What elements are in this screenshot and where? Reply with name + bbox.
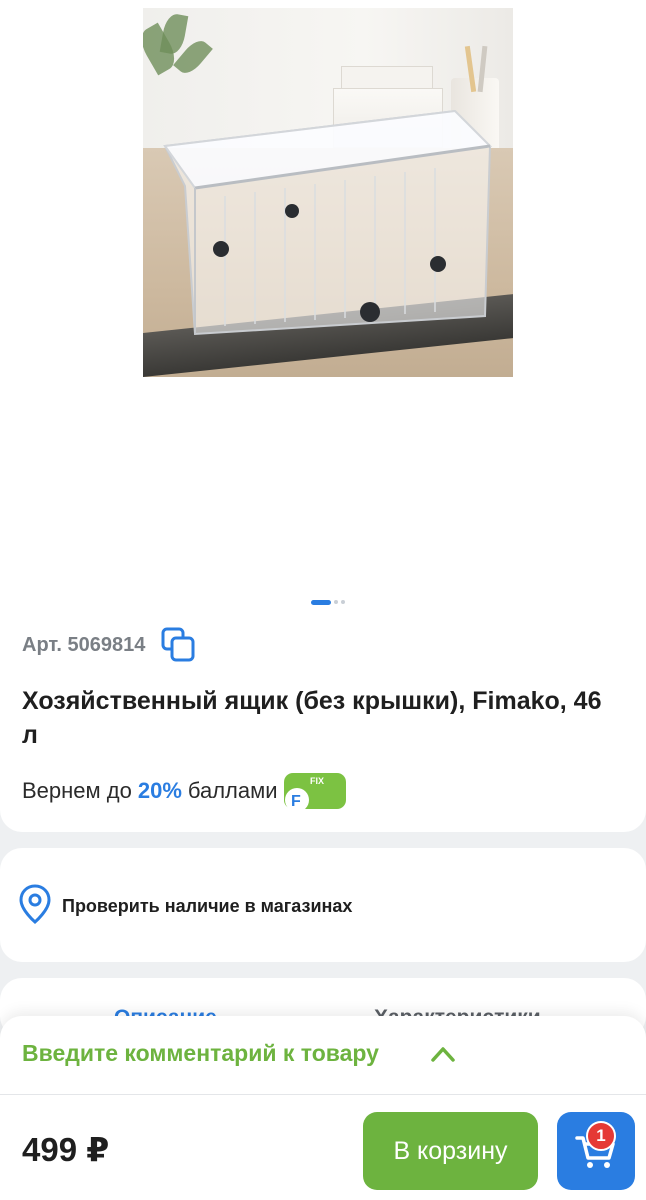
cart-count-badge: 1 <box>586 1121 616 1151</box>
chevron-up-icon[interactable] <box>430 1044 456 1064</box>
bonus-percent: 20% <box>137 778 182 803</box>
bonus-suffix: баллами <box>187 778 278 803</box>
carousel-dot[interactable] <box>341 600 345 604</box>
bonus-info: Вернем до 20% баллами FIX F <box>22 772 346 810</box>
storage-box-illustration <box>163 109 493 336</box>
article-row: Арт. 5069814 <box>22 626 197 664</box>
carousel-dot-active[interactable] <box>311 600 331 605</box>
copy-icon[interactable] <box>159 626 197 664</box>
product-page: Арт. 5069814 Хозяйственный ящик (без кры… <box>0 0 646 1200</box>
product-image[interactable] <box>143 8 513 377</box>
product-card: Арт. 5069814 Хозяйственный ящик (без кры… <box>0 0 646 832</box>
location-pin-icon <box>19 884 51 924</box>
bonus-prefix: Вернем до <box>22 778 132 803</box>
photo-books <box>341 66 433 90</box>
badge-f-letter: F <box>291 793 301 810</box>
add-to-cart-button[interactable]: В корзину <box>363 1112 538 1190</box>
check-stores-link[interactable]: Проверить наличие в магазинах <box>62 896 352 917</box>
comment-toggle[interactable]: Введите комментарий к товару <box>22 1040 379 1067</box>
article-number: Арт. 5069814 <box>22 633 146 656</box>
product-price: 499 ₽ <box>22 1131 110 1168</box>
carousel-dot[interactable] <box>334 600 338 604</box>
carousel-dots <box>311 600 345 606</box>
fix-price-badge-icon[interactable]: FIX F <box>283 772 346 810</box>
product-title: Хозяйственный ящик (без крышки), Fimako,… <box>22 687 602 749</box>
badge-fix-text: FIX <box>310 776 324 786</box>
